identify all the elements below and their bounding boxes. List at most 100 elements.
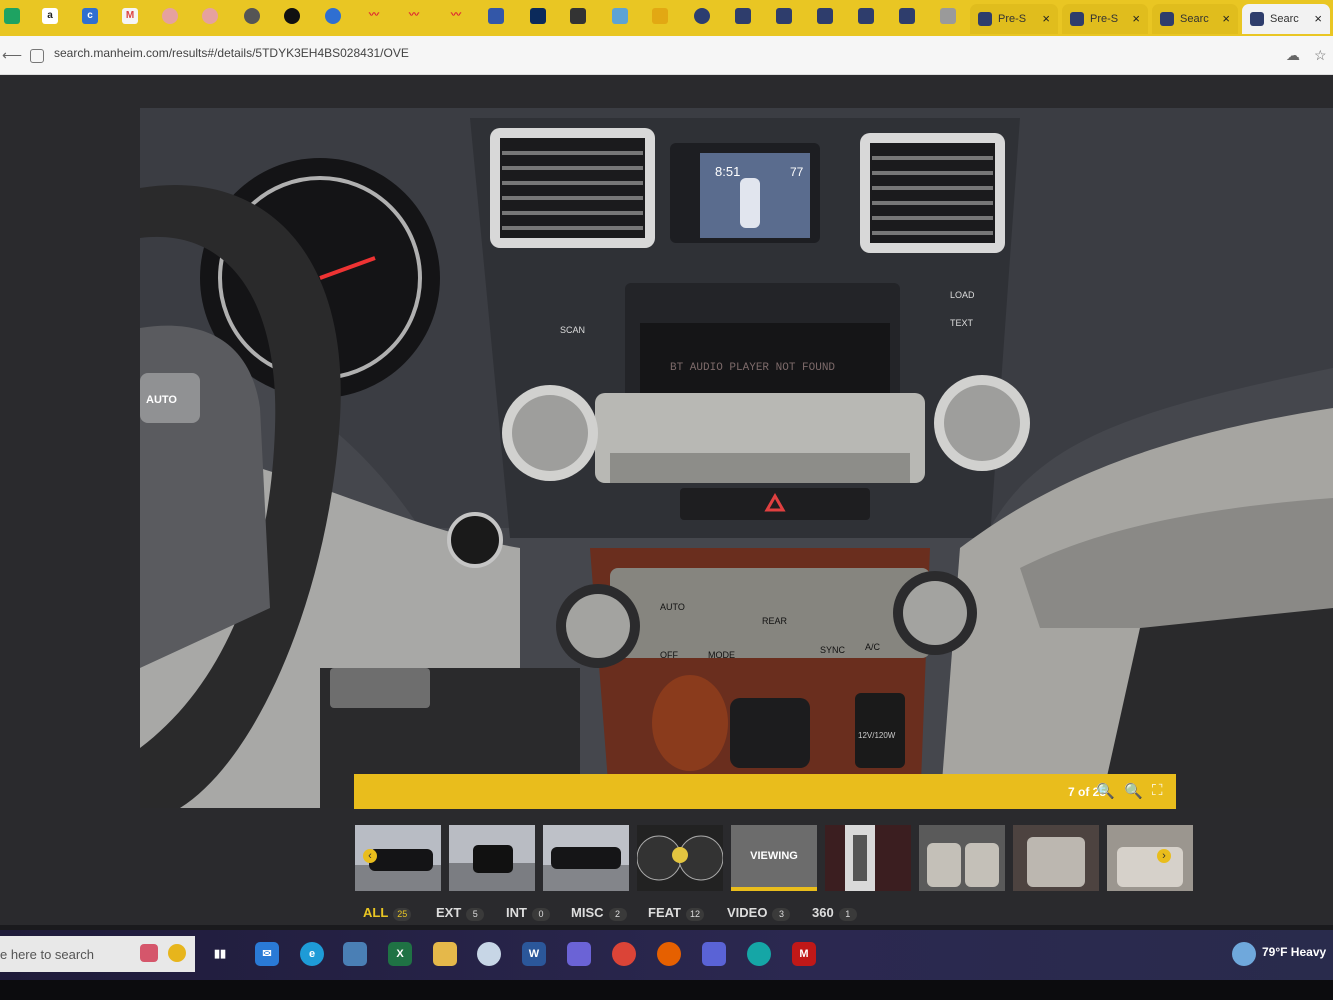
thumbnail-interior-third-row[interactable]: › xyxy=(1107,825,1193,891)
grid-icon[interactable] xyxy=(488,8,504,24)
cruise-auto-label: AUTO xyxy=(146,394,177,406)
search-placeholder: e here to search xyxy=(0,947,94,962)
filter-misc[interactable]: MISC 2 xyxy=(571,904,627,922)
mail-icon[interactable]: ✉ xyxy=(255,942,279,966)
thumbnail-current[interactable]: VIEWING xyxy=(731,825,817,891)
close-icon[interactable]: × xyxy=(1042,11,1050,26)
climate-rear-label: REAR xyxy=(762,616,788,626)
close-icon[interactable]: × xyxy=(1132,11,1140,26)
tab-search-2[interactable]: Searc × xyxy=(1242,4,1330,34)
kite-icon[interactable] xyxy=(612,8,628,24)
manheim-icon[interactable] xyxy=(735,8,751,24)
tab-pre-sale-2[interactable]: Pre-S × xyxy=(1062,4,1148,34)
gear-icon[interactable] xyxy=(244,8,260,24)
vehicle-photo[interactable]: 8:51 77 BT AUDIO PLAYER NOT FOUND AUTO S… xyxy=(140,108,1333,808)
thumbnail-exterior-front-left[interactable]: ‹ xyxy=(355,825,441,891)
filter-feat[interactable]: FEAT 12 xyxy=(648,904,704,922)
card-icon[interactable] xyxy=(940,8,956,24)
thumbnail-interior-front-seats[interactable] xyxy=(919,825,1005,891)
thumbnail-exterior-rear[interactable] xyxy=(449,825,535,891)
clock-text: 8:51 xyxy=(715,164,740,179)
count-badge: 12 xyxy=(685,908,704,921)
edge-dev-icon[interactable] xyxy=(747,942,771,966)
filter-int[interactable]: INT 0 xyxy=(506,904,550,922)
cube-icon xyxy=(978,12,992,26)
back-icon[interactable]: ⟵ xyxy=(2,47,22,64)
d-icon[interactable] xyxy=(530,8,546,24)
vw-icon[interactable] xyxy=(694,8,710,24)
previous-arrow-icon[interactable]: ‹ xyxy=(363,849,377,863)
taskbar-search-box[interactable]: e here to search xyxy=(0,936,195,972)
monitor-bezel xyxy=(0,980,1333,1000)
sunflower-icon xyxy=(168,944,186,962)
cube-app-icon[interactable] xyxy=(567,942,591,966)
close-icon[interactable]: × xyxy=(1314,11,1322,26)
thumbnail-interior-seat-texture[interactable] xyxy=(825,825,911,891)
manheim-icon[interactable] xyxy=(776,8,792,24)
task-view-icon[interactable]: ▮▮ xyxy=(208,942,232,966)
temp-text: 77 xyxy=(790,165,804,179)
paint-icon[interactable] xyxy=(477,942,501,966)
c-icon[interactable]: c xyxy=(82,8,98,24)
windows-taskbar: e here to search ▮▮ ✉ e X W M 79°F Heavy xyxy=(0,930,1333,980)
site-info-icon[interactable] xyxy=(30,49,44,63)
word-icon[interactable]: W xyxy=(522,942,546,966)
count-badge: 3 xyxy=(772,908,791,921)
zoom-out-icon[interactable]: 🔍 xyxy=(1096,782,1115,800)
edge-icon[interactable]: e xyxy=(300,942,324,966)
filter-video[interactable]: VIDEO 3 xyxy=(727,904,791,922)
count-badge: 25 xyxy=(393,908,412,921)
gmail-icon[interactable]: M xyxy=(122,8,138,24)
amazon-icon[interactable]: a xyxy=(42,8,58,24)
weather-text[interactable]: 79°F Heavy xyxy=(1262,945,1326,959)
signature-icon[interactable]: 〰 xyxy=(448,8,464,24)
count-badge: 0 xyxy=(531,908,550,921)
thumbnail-exterior-side[interactable] xyxy=(543,825,629,891)
star-icon[interactable]: ☆ xyxy=(1314,47,1327,64)
filter-ext[interactable]: EXT 5 xyxy=(436,904,485,922)
close-icon[interactable]: × xyxy=(1222,11,1230,26)
tab-pre-sale-1[interactable]: Pre-S × xyxy=(970,4,1058,34)
signature-icon[interactable]: 〰 xyxy=(406,8,422,24)
climate-ac-label: A/C xyxy=(865,642,881,652)
text-label: TEXT xyxy=(950,318,974,328)
mcafee-icon[interactable]: M xyxy=(792,942,816,966)
manheim-icon[interactable] xyxy=(858,8,874,24)
viewing-label: VIEWING xyxy=(750,850,798,862)
tab-strip: a c M 〰 〰 〰 Pre-S × Pre-S × Searc × Sear… xyxy=(0,0,1333,36)
filter-360[interactable]: 360 1 xyxy=(812,904,857,922)
cube-app-icon[interactable] xyxy=(702,942,726,966)
circle-icon[interactable] xyxy=(162,8,178,24)
manheim-icon[interactable] xyxy=(899,8,915,24)
cloud-icon[interactable]: ☁ xyxy=(1286,47,1300,64)
weather-icon[interactable] xyxy=(1232,942,1256,966)
tab-search-1[interactable]: Searc × xyxy=(1152,4,1238,34)
file-explorer-icon[interactable] xyxy=(433,942,457,966)
fullscreen-icon[interactable]: ⛶ xyxy=(1152,782,1163,799)
url-field[interactable]: search.manheim.com/results#/details/5TDY… xyxy=(54,46,409,60)
count-badge: 2 xyxy=(608,908,627,921)
signature-icon[interactable]: 〰 xyxy=(366,8,382,24)
count-badge: 1 xyxy=(838,908,857,921)
cube-icon[interactable] xyxy=(570,8,586,24)
climate-mode-label: MODE xyxy=(708,650,735,660)
address-bar: ⟵ search.manheim.com/results#/details/5T… xyxy=(0,36,1333,75)
zoom-in-icon[interactable]: 🔍 xyxy=(1124,782,1143,800)
circle-icon[interactable] xyxy=(202,8,218,24)
shield-icon[interactable] xyxy=(652,8,668,24)
scan-label: SCAN xyxy=(560,325,585,335)
sheets-icon[interactable] xyxy=(4,8,20,24)
thumbnail-gauge-cluster[interactable] xyxy=(637,825,723,891)
viewer-control-bar: 7 of 25 🔍 🔍 ⛶ xyxy=(354,774,1176,809)
thumbnail-interior-rear-seats[interactable] xyxy=(1013,825,1099,891)
remote-desktop-icon[interactable] xyxy=(343,942,367,966)
climate-sync-label: SYNC xyxy=(820,645,846,655)
excel-icon[interactable]: X xyxy=(388,942,412,966)
firefox-icon[interactable] xyxy=(657,942,681,966)
face-icon[interactable] xyxy=(284,8,300,24)
next-arrow-icon[interactable]: › xyxy=(1157,849,1171,863)
badge-icon[interactable] xyxy=(325,8,341,24)
chrome-icon[interactable] xyxy=(612,942,636,966)
filter-all[interactable]: ALL 25 xyxy=(363,904,412,922)
manheim-icon[interactable] xyxy=(817,8,833,24)
